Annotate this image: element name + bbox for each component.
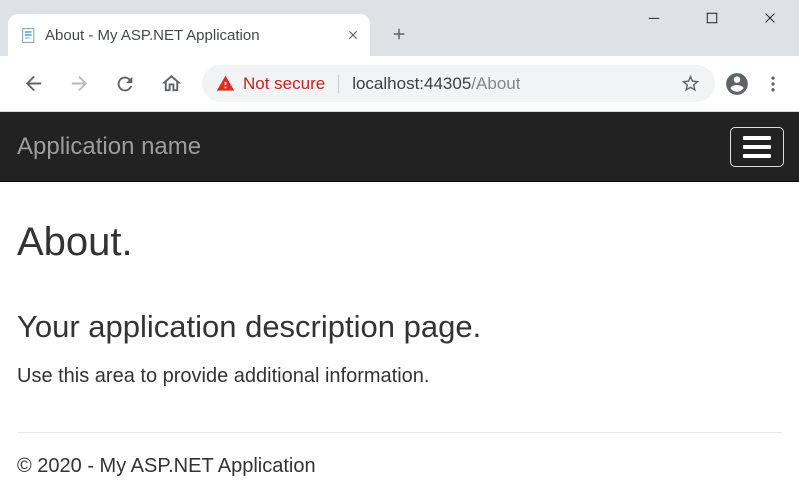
page-content: About. Your application description page… [0,220,799,478]
address-bar[interactable]: Not secure localhost:44305/About [202,65,715,102]
warning-icon [216,74,235,93]
page-subtitle: Your application description page. [17,309,482,344]
back-icon[interactable] [14,65,52,103]
tab-strip: About - My ASP.NET Application [0,0,799,56]
page-description: Use this area to provide additional info… [17,365,430,387]
window-maximize-button[interactable] [683,0,741,36]
navbar-toggle-button[interactable] [730,126,784,167]
hamburger-bar [743,144,771,149]
home-icon[interactable] [152,65,190,103]
footer-divider [17,432,782,433]
tab-title: About - My ASP.NET Application [45,26,260,44]
browser-toolbar: Not secure localhost:44305/About [0,56,799,112]
page-viewport: Application name About. Your application… [0,112,799,478]
navbar-brand-link[interactable]: Application name [17,133,201,161]
security-chip[interactable]: Not secure [216,74,325,94]
browser-tab[interactable]: About - My ASP.NET Application [8,14,370,56]
url-text: localhost:44305/About [352,74,520,94]
new-tab-button[interactable] [384,19,414,49]
tab-close-icon[interactable] [344,26,362,44]
window-controls [625,0,799,36]
bookmark-star-icon[interactable] [675,69,705,99]
security-label: Not secure [243,73,326,93]
window-close-button[interactable] [741,0,799,36]
url-host: localhost:44305 [352,73,472,93]
url-path: /About [471,73,521,93]
page-favicon-icon [20,27,37,44]
window-minimize-button[interactable] [625,0,683,36]
chip-separator [338,74,340,93]
footer-copyright: © 2020 - My ASP.NET Application [17,455,316,477]
hamburger-bar [743,135,771,140]
reload-icon[interactable] [106,65,144,103]
site-navbar: Application name [0,112,799,182]
browser-menu-icon[interactable] [755,66,791,102]
hamburger-bar [743,153,771,158]
profile-avatar-icon[interactable] [719,66,755,102]
page-title: About. [17,220,133,264]
browser-window: About - My ASP.NET Application Not secur… [0,0,799,478]
forward-icon[interactable] [60,65,98,103]
